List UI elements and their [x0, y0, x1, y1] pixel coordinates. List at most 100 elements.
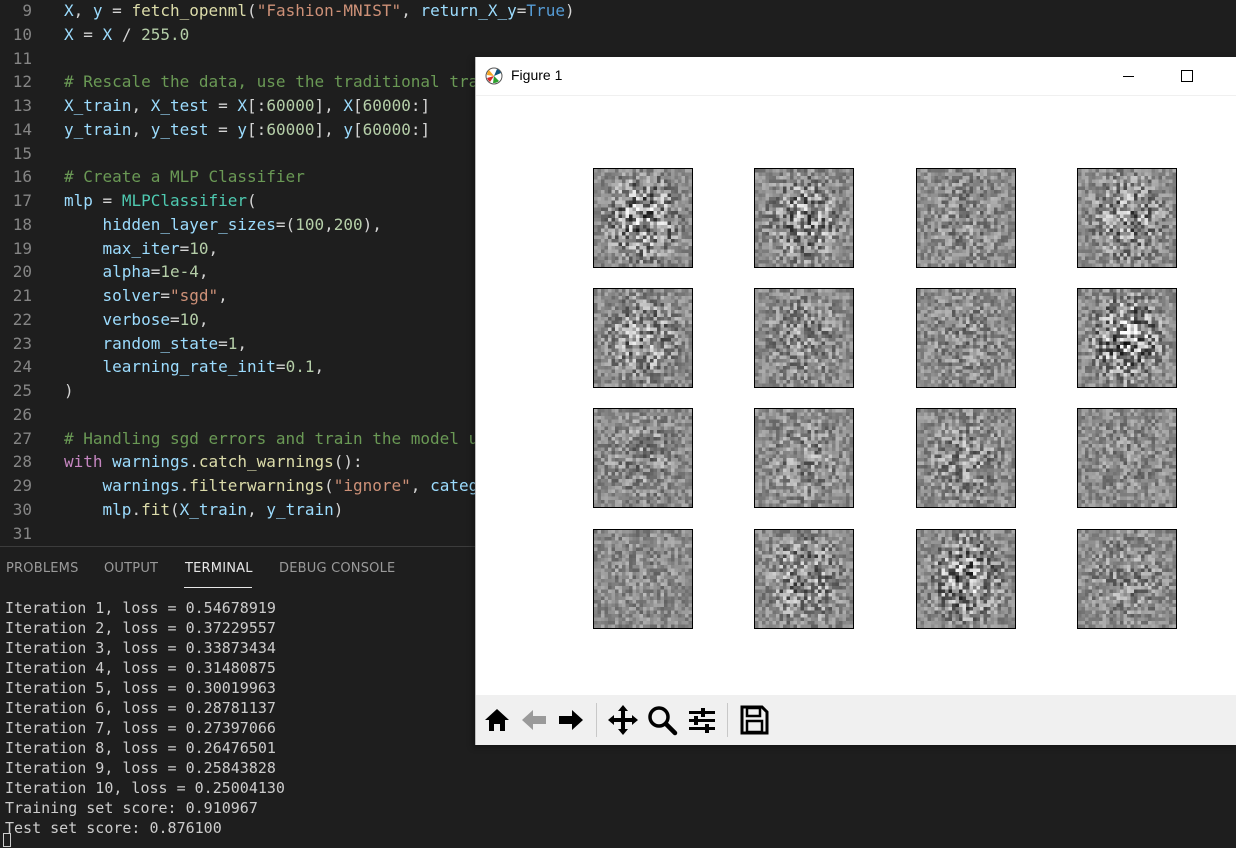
configure-subplots-button[interactable]	[685, 702, 719, 738]
toolbar-separator	[727, 703, 728, 737]
code-token: 200	[334, 215, 363, 234]
code-token: ,	[74, 1, 93, 20]
code-token	[64, 286, 103, 305]
code-token: =	[209, 96, 238, 115]
save-button[interactable]	[737, 702, 771, 738]
code-text: X_train, X_test = X[:60000], X[60000:]	[64, 94, 430, 118]
navigation-toolbar	[476, 695, 1236, 745]
terminal-line: Iteration 7, loss = 0.27397066	[5, 718, 276, 738]
line-number: 11	[0, 47, 32, 71]
weight-image	[916, 529, 1016, 629]
code-token: ,	[218, 286, 228, 305]
code-text: with warnings.catch_warnings():	[64, 450, 363, 474]
code-token	[64, 310, 103, 329]
code-token: =	[151, 262, 161, 281]
code-token: y	[93, 1, 103, 20]
figure-canvas[interactable]	[476, 96, 1236, 695]
code-line[interactable]: 10X = X / 255.0	[0, 23, 1236, 47]
code-token: ,	[199, 310, 209, 329]
code-token: X	[343, 96, 353, 115]
code-token: ():	[334, 452, 363, 471]
pan-button[interactable]	[606, 702, 640, 738]
code-token: =	[160, 286, 170, 305]
figure-window[interactable]: Figure 1	[475, 57, 1236, 745]
line-number: 22	[0, 308, 32, 332]
code-token: y_train	[64, 120, 131, 139]
code-token: y_test	[151, 120, 209, 139]
code-token: [	[353, 96, 363, 115]
weight-image	[754, 288, 854, 388]
terminal-line: Iteration 8, loss = 0.26476501	[5, 738, 276, 758]
terminal-line: Iteration 3, loss = 0.33873434	[5, 638, 276, 658]
code-token: MLPClassifier	[122, 191, 247, 210]
terminal-cursor	[3, 833, 11, 847]
terminal-line: Iteration 6, loss = 0.28781137	[5, 698, 276, 718]
code-token: ,	[247, 500, 266, 519]
line-number: 12	[0, 70, 32, 94]
code-token: :]	[411, 120, 430, 139]
code-token: learning_rate_init	[103, 357, 276, 376]
code-token: ,	[199, 262, 209, 281]
code-text: # Handling sgd errors and train the mode…	[64, 427, 478, 451]
code-token: warnings	[103, 476, 180, 495]
window-titlebar[interactable]: Figure 1	[476, 57, 1236, 96]
tab-terminal[interactable]: TERMINAL	[185, 561, 253, 576]
active-tab-indicator	[184, 587, 252, 588]
code-line[interactable]: 9X, y = fetch_openml("Fashion-MNIST", re…	[0, 0, 1236, 23]
code-token: ,	[401, 1, 420, 20]
line-number: 29	[0, 474, 32, 498]
code-token: )	[334, 500, 344, 519]
code-token: =	[103, 1, 132, 20]
matplotlib-icon	[485, 67, 503, 85]
code-token: .	[189, 452, 199, 471]
code-token: 60000	[266, 96, 314, 115]
tab-problems[interactable]: PROBLEMS	[6, 561, 79, 576]
forward-button[interactable]	[554, 702, 588, 738]
code-token: with	[64, 452, 103, 471]
weight-image	[754, 168, 854, 268]
weight-image	[1077, 288, 1177, 388]
line-number: 16	[0, 165, 32, 189]
line-number: 25	[0, 379, 32, 403]
tab-debug-console[interactable]: DEBUG CONSOLE	[279, 561, 395, 576]
code-token: "Fashion-MNIST"	[257, 1, 402, 20]
code-token: ,	[324, 215, 334, 234]
weight-image	[593, 529, 693, 629]
code-token: =	[180, 239, 190, 258]
code-token: filterwarnings	[189, 476, 324, 495]
code-token	[64, 476, 103, 495]
code-token: =(	[276, 215, 295, 234]
code-token: =	[93, 191, 122, 210]
code-token: =	[218, 334, 228, 353]
line-number: 20	[0, 260, 32, 284]
line-number: 23	[0, 332, 32, 356]
window-title: Figure 1	[511, 67, 562, 83]
line-number: 18	[0, 213, 32, 237]
code-token: X	[237, 96, 247, 115]
home-button[interactable]	[480, 702, 514, 738]
code-text: learning_rate_init=0.1,	[64, 355, 324, 379]
terminal-line: Iteration 1, loss = 0.54678919	[5, 598, 276, 618]
line-number: 21	[0, 284, 32, 308]
code-token: 1	[228, 334, 238, 353]
zoom-button[interactable]	[645, 702, 679, 738]
code-token: [:	[247, 120, 266, 139]
code-token: random_state	[103, 334, 219, 353]
line-number: 26	[0, 403, 32, 427]
line-number: 24	[0, 355, 32, 379]
code-token: ,	[314, 357, 324, 376]
code-token: (	[324, 476, 334, 495]
line-number: 28	[0, 450, 32, 474]
code-token: 60000	[363, 120, 411, 139]
code-token: (	[247, 1, 257, 20]
tab-output[interactable]: OUTPUT	[104, 561, 158, 576]
code-token: 0.1	[286, 357, 315, 376]
code-token: ,	[237, 334, 247, 353]
minimize-button[interactable]	[1106, 57, 1152, 95]
code-token: mlp	[64, 191, 93, 210]
code-token: X_train	[64, 96, 131, 115]
code-token: # Handling sgd errors and train the mode…	[64, 429, 478, 448]
terminal-line: Iteration 4, loss = 0.31480875	[5, 658, 276, 678]
maximize-button[interactable]	[1164, 57, 1210, 95]
back-button[interactable]	[517, 702, 551, 738]
